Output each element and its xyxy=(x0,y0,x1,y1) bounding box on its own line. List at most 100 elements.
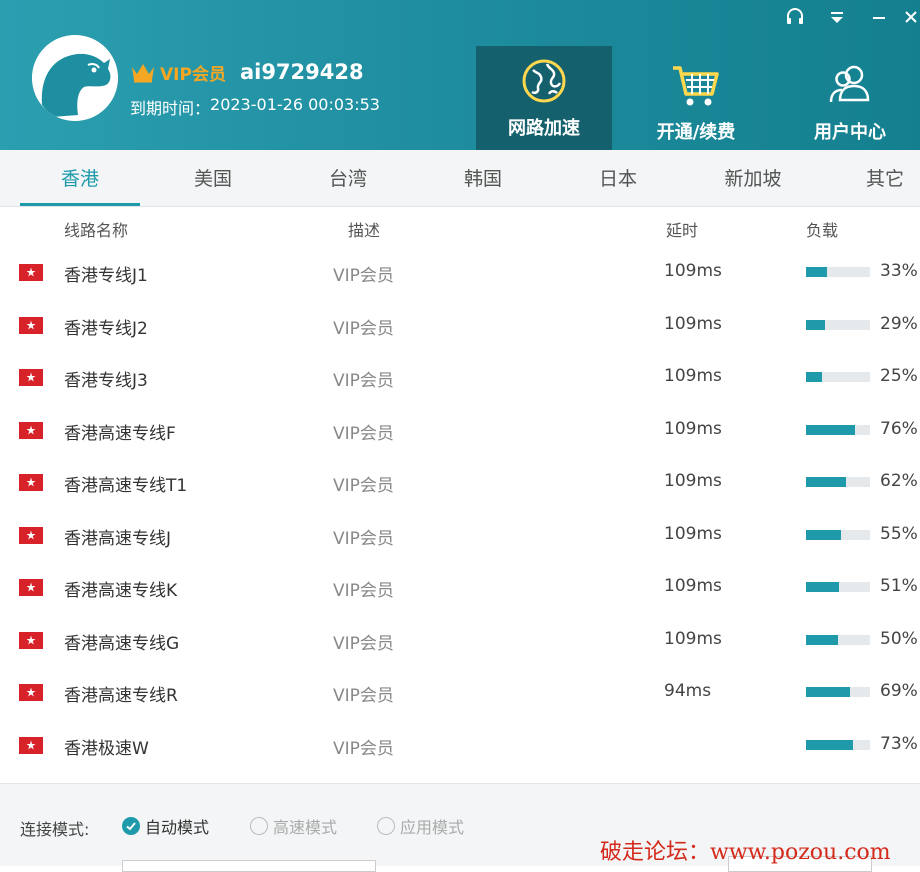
load-bar-fill xyxy=(806,267,828,277)
tab-taiwan[interactable]: 台湾 xyxy=(288,150,408,206)
mode-app-label: 应用模式 xyxy=(400,818,465,837)
load-bar xyxy=(806,529,870,540)
hongkong-flag-icon xyxy=(19,579,43,596)
hongkong-flag-icon xyxy=(19,316,43,334)
hongkong-flag-icon xyxy=(19,526,43,544)
load-bar xyxy=(806,634,870,645)
col-description: 描述 xyxy=(348,221,381,240)
line-name: 香港专线J1 xyxy=(64,266,148,286)
menu-down-icon[interactable] xyxy=(816,2,858,32)
line-latency: 109ms xyxy=(664,418,722,439)
load-bar-fill xyxy=(806,424,855,435)
tab-usa[interactable]: 美国 xyxy=(153,150,273,206)
line-latency: 109ms xyxy=(664,471,722,491)
load-percent: 50% xyxy=(880,628,918,649)
load-bar-fill xyxy=(806,477,846,487)
line-latency: 109ms xyxy=(664,628,722,649)
load-percent: 55% xyxy=(880,523,918,544)
hongkong-flag-icon xyxy=(19,736,43,754)
crown-icon xyxy=(130,61,156,83)
table-row[interactable]: 香港高速专线G VIP会员 109ms 50% xyxy=(0,615,920,668)
expire-info: 到期时间： 2023-01-26 00:03:53 xyxy=(130,95,380,119)
mode-auto-radio[interactable]: 自动模式 xyxy=(122,814,209,838)
line-description: VIP会员 xyxy=(333,633,394,654)
load-bar xyxy=(806,687,870,697)
col-line-name: 线路名称 xyxy=(64,221,129,240)
table-row[interactable]: 香港极速W VIP会员 73% xyxy=(0,720,920,773)
table-row[interactable]: 香港高速专线R VIP会员 94ms 69% xyxy=(0,667,920,720)
load-bar-fill xyxy=(806,687,851,697)
line-description: VIP会员 xyxy=(333,318,394,339)
line-description: VIP会员 xyxy=(333,581,394,601)
footer-input-field[interactable] xyxy=(122,860,376,872)
radio-empty-icon xyxy=(377,817,395,835)
table-row[interactable]: 香港专线J1 VIP会员 109ms 33% xyxy=(0,247,920,300)
mode-highspeed-label: 高速模式 xyxy=(273,818,338,837)
tab-korea[interactable]: 韩国 xyxy=(423,150,543,206)
col-latency: 延时 xyxy=(666,221,699,240)
load-percent: 29% xyxy=(880,313,918,334)
table-row[interactable]: 香港高速专线T1 VIP会员 109ms 62% xyxy=(0,457,920,510)
tab-other[interactable]: 其它 xyxy=(846,150,920,206)
line-description: VIP会员 xyxy=(333,371,394,391)
username: ai9729428 xyxy=(239,60,364,84)
region-tabs: 香港 美国 台湾 韩国 日本 新加坡 其它 xyxy=(0,150,920,207)
hongkong-flag-icon xyxy=(19,474,43,491)
tab-japan[interactable]: 日本 xyxy=(558,150,678,206)
nav-label: 用户中心 xyxy=(814,122,886,143)
minimize-icon[interactable] xyxy=(858,2,900,32)
line-description: VIP会员 xyxy=(333,423,394,444)
window-controls xyxy=(774,2,920,32)
nav-network-accelerate[interactable]: 网路加速 xyxy=(476,46,612,150)
line-description: VIP会员 xyxy=(333,528,394,549)
load-percent: 69% xyxy=(880,681,918,701)
table-row[interactable]: 香港专线J2 VIP会员 109ms 29% xyxy=(0,300,920,353)
load-bar-fill xyxy=(806,739,853,750)
nav-label: 开通/续费 xyxy=(656,122,736,143)
avatar[interactable] xyxy=(32,35,118,121)
line-name: 香港专线J3 xyxy=(64,371,148,391)
load-bar xyxy=(806,582,870,592)
nav-subscribe-renew[interactable]: 开通/续费 xyxy=(630,50,762,154)
table-row[interactable]: 香港高速专线F VIP会员 109ms 76% xyxy=(0,405,920,458)
hongkong-flag-icon xyxy=(19,684,43,701)
line-description: VIP会员 xyxy=(333,738,394,759)
table-header: 线路名称 描述 延时 负载 xyxy=(0,207,920,247)
app-header: VIP会员 ai9729428 到期时间： 2023-01-26 00:03:5… xyxy=(0,0,920,150)
table-row[interactable]: 香港高速专线K VIP会员 109ms 51% xyxy=(0,562,920,615)
line-latency: 94ms xyxy=(664,681,712,701)
table-row[interactable]: 香港高速专线J VIP会员 109ms 55% xyxy=(0,510,920,563)
line-name: 香港高速专线K xyxy=(64,581,178,601)
nav-label: 网路加速 xyxy=(508,118,580,139)
hongkong-flag-icon xyxy=(19,631,43,649)
line-latency: 109ms xyxy=(664,313,722,334)
load-percent: 51% xyxy=(880,576,918,596)
table-row[interactable]: 香港专线J3 VIP会员 109ms 25% xyxy=(0,352,920,405)
tab-singapore[interactable]: 新加坡 xyxy=(693,150,813,206)
mode-highspeed-radio[interactable]: 高速模式 xyxy=(250,814,337,838)
shopping-cart-icon xyxy=(670,60,722,110)
watermark: 破走论坛：www.pozou.com xyxy=(600,840,891,865)
load-bar-fill xyxy=(806,319,825,330)
load-percent: 25% xyxy=(880,366,918,386)
nav-user-center[interactable]: 用户中心 xyxy=(784,50,916,154)
line-name: 香港极速W xyxy=(64,738,149,759)
active-tab-indicator xyxy=(20,203,140,206)
line-latency: 109ms xyxy=(664,576,722,596)
close-icon[interactable] xyxy=(900,2,920,32)
line-description: VIP会员 xyxy=(333,476,394,496)
headset-icon[interactable] xyxy=(774,2,816,32)
mode-app-radio[interactable]: 应用模式 xyxy=(377,814,464,838)
line-name: 香港高速专线G xyxy=(64,633,180,654)
line-description: VIP会员 xyxy=(333,686,394,706)
hongkong-flag-icon xyxy=(19,369,43,386)
radio-empty-icon xyxy=(250,817,268,835)
load-bar xyxy=(806,267,870,277)
hongkong-flag-icon xyxy=(19,264,43,281)
line-latency: 109ms xyxy=(664,523,722,544)
load-bar-fill xyxy=(806,372,822,382)
vip-badge: VIP会员 xyxy=(160,64,226,85)
tab-hongkong[interactable]: 香港 xyxy=(20,150,140,206)
line-name: 香港高速专线R xyxy=(64,686,178,706)
load-bar xyxy=(806,319,870,330)
